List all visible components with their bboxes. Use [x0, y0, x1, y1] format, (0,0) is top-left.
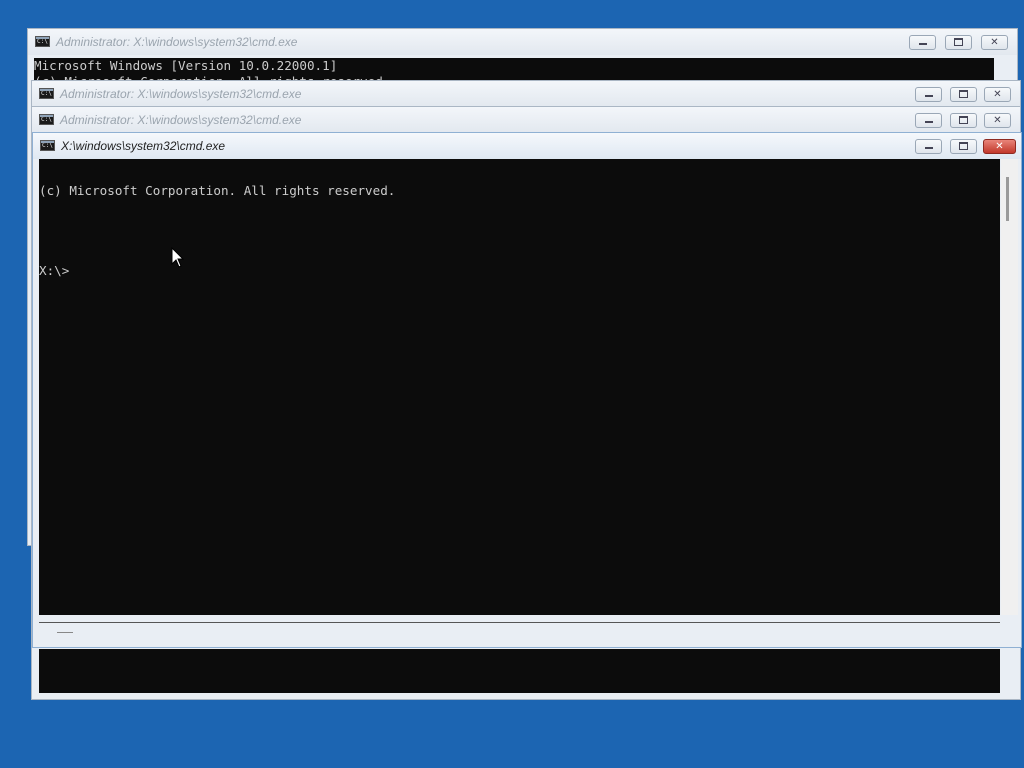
cmd-icon: C:\ [40, 140, 55, 151]
scrollbar-thumb[interactable] [1006, 177, 1009, 221]
cmd-window-front[interactable]: C:\ X:\windows\system32\cmd.exe ✕ (c) Mi… [32, 132, 1022, 648]
cmd-icon: C:\ [39, 88, 54, 99]
desktop: C:\ Administrator: X:\windows\system32\c… [0, 0, 1024, 768]
minimize-button[interactable] [915, 87, 942, 102]
vertical-scrollbar[interactable] [1001, 159, 1018, 615]
maximize-button[interactable] [950, 139, 977, 154]
close-icon: ✕ [990, 37, 999, 48]
window-title: Administrator: X:\windows\system32\cmd.e… [60, 87, 302, 101]
minimize-button[interactable] [915, 113, 942, 128]
maximize-button[interactable] [945, 35, 972, 50]
minimize-icon [924, 147, 933, 149]
console-line: Microsoft Windows [Version 10.0.22000.1] [34, 58, 338, 73]
minimize-button[interactable] [909, 35, 936, 50]
maximize-icon [959, 90, 968, 98]
cmd-icon: C:\ [35, 36, 50, 47]
maximize-icon [959, 116, 968, 124]
title-bar[interactable]: C:\ Administrator: X:\windows\system32\c… [28, 29, 1017, 55]
close-icon: ✕ [995, 141, 1004, 152]
maximize-icon [954, 38, 963, 46]
window-title: Administrator: X:\windows\system32\cmd.e… [60, 113, 302, 127]
cmd-icon: C:\ [39, 114, 54, 125]
title-bar[interactable]: C:\ Administrator: X:\windows\system32\c… [32, 81, 1020, 107]
minimize-button[interactable] [915, 139, 942, 154]
maximize-button[interactable] [950, 87, 977, 102]
console-output[interactable] [39, 649, 1000, 693]
console-output[interactable]: (c) Microsoft Corporation. All rights re… [39, 159, 1000, 615]
close-icon: ✕ [993, 115, 1002, 126]
title-bar[interactable]: C:\ Administrator: X:\windows\system32\c… [32, 107, 1020, 133]
mouse-pointer-icon [171, 247, 185, 268]
minimize-icon [924, 121, 933, 123]
close-button[interactable]: ✕ [981, 35, 1008, 50]
scrollbar-top-border [39, 622, 1000, 623]
maximize-icon [959, 142, 968, 150]
maximize-button[interactable] [950, 113, 977, 128]
console-line: (c) Microsoft Corporation. All rights re… [39, 183, 396, 198]
close-button[interactable]: ✕ [984, 113, 1011, 128]
close-button[interactable]: ✕ [984, 87, 1011, 102]
window-title: Administrator: X:\windows\system32\cmd.e… [56, 35, 298, 49]
minimize-icon [918, 43, 927, 45]
scrollbar-thumb[interactable] [57, 632, 73, 633]
minimize-icon [924, 95, 933, 97]
window-title: X:\windows\system32\cmd.exe [61, 139, 226, 153]
console-output[interactable]: Microsoft Windows [Version 10.0.22000.1]… [34, 58, 994, 82]
close-button[interactable]: ✕ [983, 139, 1016, 154]
title-bar[interactable]: C:\ X:\windows\system32\cmd.exe ✕ [33, 133, 1021, 159]
close-icon: ✕ [993, 89, 1002, 100]
horizontal-scrollbar[interactable] [39, 617, 1000, 645]
